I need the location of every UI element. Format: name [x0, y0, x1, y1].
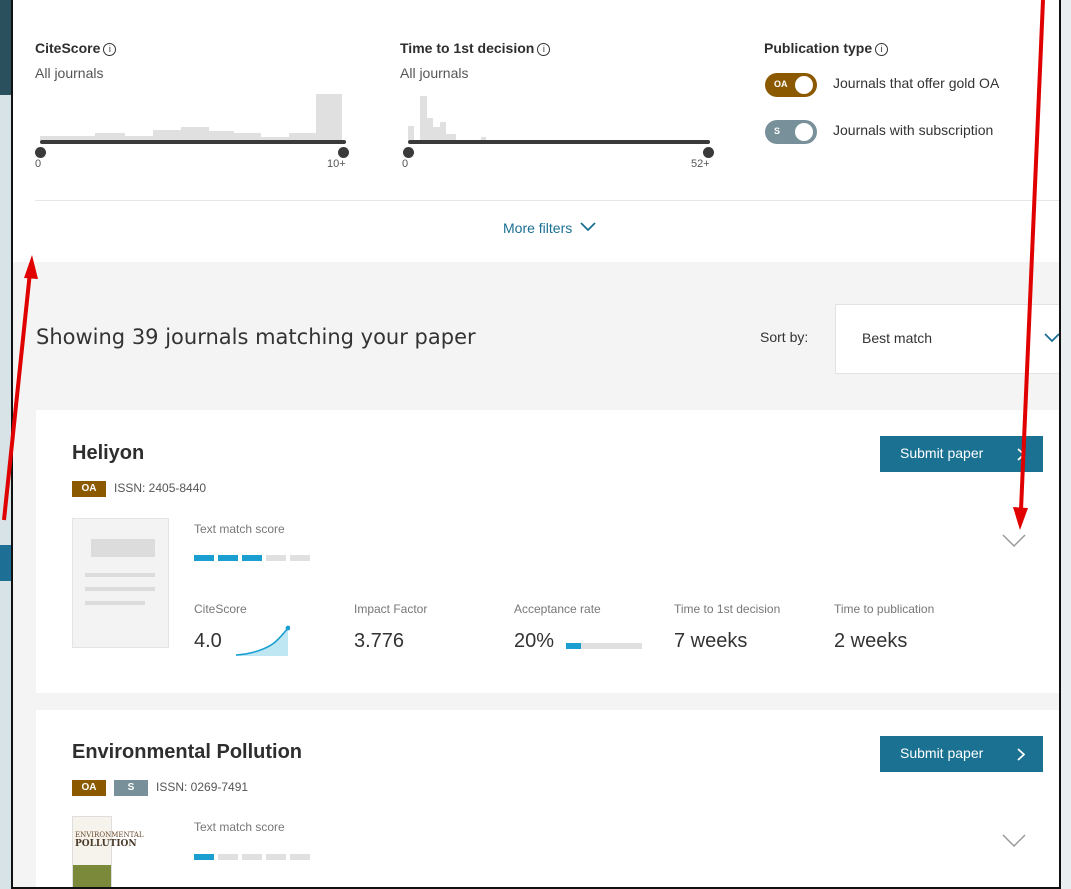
citescore-metric-label: CiteScore: [194, 602, 247, 616]
acceptance-rate-bar: [566, 643, 642, 649]
info-icon[interactable]: i: [875, 43, 889, 56]
info-icon[interactable]: i: [103, 43, 117, 56]
text-match-label: Text match score: [194, 820, 285, 834]
results-section: Showing 39 journals matching your paper …: [13, 262, 1059, 887]
impact-factor-value: 3.776: [354, 630, 405, 652]
journal-card: Heliyon OA ISSN: 2405-8440 Submit paper …: [36, 410, 1059, 693]
submit-paper-button[interactable]: Submit paper: [880, 736, 1043, 772]
journal-title[interactable]: Heliyon: [72, 442, 144, 465]
journal-cover-image: ENVIRONMENTAL POLLUTION: [72, 816, 144, 887]
filters-divider: [35, 200, 1059, 201]
decision-max-handle[interactable]: [703, 147, 714, 158]
citescore-max-label: 10+: [327, 158, 346, 170]
text-match-segment: [218, 555, 238, 561]
filters-section: CiteScore i All journals 0 10+ Time to 1s…: [13, 0, 1059, 262]
text-match-label: Text match score: [194, 522, 285, 536]
citescore-max-handle[interactable]: [338, 147, 349, 158]
expand-chevron-icon[interactable]: [1002, 534, 1026, 548]
oa-badge: OA: [72, 481, 106, 497]
oa-badge: OA: [72, 780, 106, 796]
citescore-min-label: 0: [35, 158, 42, 170]
text-match-score-bar: [194, 555, 314, 561]
text-match-score-bar: [194, 854, 314, 860]
journal-cover-placeholder: [72, 518, 169, 648]
subscription-badge: S: [114, 780, 148, 796]
subscription-toggle[interactable]: S: [765, 120, 817, 144]
acceptance-rate-label: Acceptance rate: [514, 602, 601, 616]
citescore-filter-subtitle: All journals: [35, 65, 104, 81]
cover-title-main: POLLUTION: [75, 839, 137, 849]
citescore-histogram: [40, 90, 342, 140]
info-icon[interactable]: i: [537, 43, 551, 56]
decision-min-label: 0: [402, 158, 409, 170]
chevron-down-icon: [1044, 333, 1059, 343]
journal-card: Environmental Pollution OA S ISSN: 0269-…: [36, 710, 1059, 887]
submit-paper-button[interactable]: Submit paper: [880, 436, 1043, 472]
decision-filter-title: Time to 1st decision i: [400, 40, 551, 56]
citescore-metric-value: 4.0: [194, 630, 222, 652]
decision-histogram: [408, 90, 708, 140]
time-to-publication-value: 2 weeks: [834, 630, 908, 652]
citescore-trend-icon: [235, 625, 290, 656]
citescore-slider[interactable]: [40, 140, 346, 144]
time-to-decision-value: 7 weeks: [674, 630, 748, 652]
journal-finder-panel: CiteScore i All journals 0 10+ Time to 1s…: [11, 0, 1061, 889]
sort-select[interactable]: Best match: [835, 304, 1059, 374]
citescore-filter-title: CiteScore i: [35, 40, 117, 56]
text-match-segment: [266, 555, 286, 561]
text-match-segment: [290, 854, 310, 860]
more-filters-link[interactable]: More filters: [503, 220, 596, 236]
journal-issn: ISSN: 2405-8440: [114, 481, 207, 495]
decision-max-label: 52+: [691, 158, 710, 170]
acceptance-rate-value: 20%: [514, 630, 555, 652]
chevron-down-icon: [580, 222, 596, 232]
citescore-min-handle[interactable]: [35, 147, 46, 158]
time-to-publication-label: Time to publication: [834, 602, 935, 616]
cover-title-top: ENVIRONMENTAL: [75, 831, 144, 839]
decision-min-handle[interactable]: [403, 147, 414, 158]
journal-title[interactable]: Environmental Pollution: [72, 741, 302, 764]
impact-factor-label: Impact Factor: [354, 602, 428, 616]
gold-oa-toggle[interactable]: OA: [765, 73, 817, 97]
decision-slider[interactable]: [408, 140, 710, 144]
chevron-right-icon: [1017, 448, 1025, 461]
text-match-segment: [218, 854, 238, 860]
publication-type-title: Publication type i: [764, 40, 889, 56]
chevron-right-icon: [1017, 748, 1025, 761]
results-count: Showing 39 journals matching your paper: [36, 325, 476, 349]
background-right: [1060, 0, 1071, 889]
expand-chevron-icon[interactable]: [1002, 834, 1026, 848]
time-to-decision-label: Time to 1st decision: [674, 602, 781, 616]
sort-value: Best match: [862, 330, 933, 346]
text-match-segment: [242, 854, 262, 860]
text-match-segment: [266, 854, 286, 860]
text-match-segment: [194, 854, 214, 860]
text-match-segment: [290, 555, 310, 561]
decision-filter-subtitle: All journals: [400, 65, 469, 81]
journal-issn: ISSN: 0269-7491: [156, 780, 249, 794]
text-match-segment: [194, 555, 214, 561]
sort-label: Sort by:: [760, 329, 809, 345]
gold-oa-label: Journals that offer gold OA: [833, 75, 1000, 91]
text-match-segment: [242, 555, 262, 561]
acceptance-rate-fill: [566, 643, 582, 649]
subscription-label: Journals with subscription: [833, 122, 994, 138]
